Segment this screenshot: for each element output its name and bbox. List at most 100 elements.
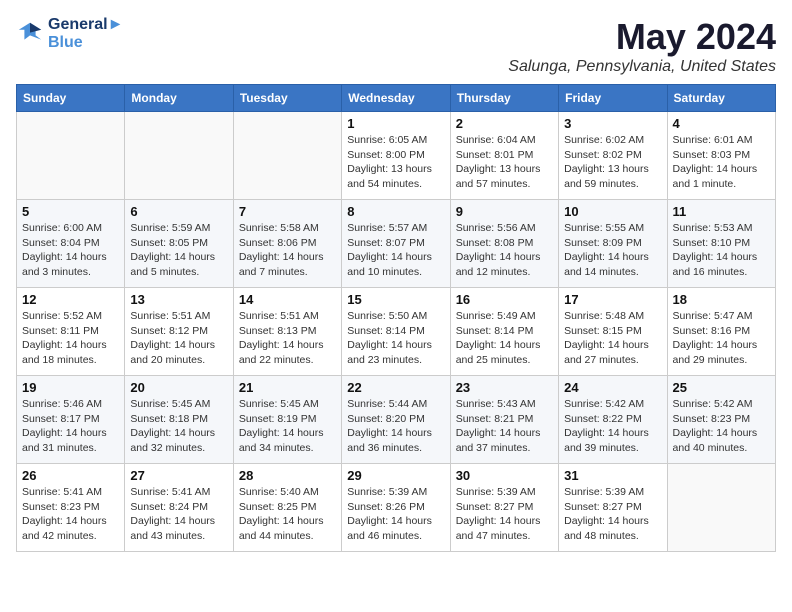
- calendar-cell: 18 Sunrise: 5:47 AMSunset: 8:16 PMDayligh…: [667, 288, 775, 376]
- day-info: Sunrise: 5:51 AMSunset: 8:13 PMDaylight:…: [239, 309, 336, 368]
- day-number: 1: [347, 116, 444, 131]
- calendar-cell: [125, 112, 233, 200]
- month-title: May 2024: [508, 16, 776, 58]
- calendar-week-row: 19 Sunrise: 5:46 AMSunset: 8:17 PMDayligh…: [17, 376, 776, 464]
- day-info: Sunrise: 5:52 AMSunset: 8:11 PMDaylight:…: [22, 309, 119, 368]
- calendar-cell: 14 Sunrise: 5:51 AMSunset: 8:13 PMDayligh…: [233, 288, 341, 376]
- day-number: 19: [22, 380, 119, 395]
- calendar-cell: 7 Sunrise: 5:58 AMSunset: 8:06 PMDaylight…: [233, 200, 341, 288]
- day-number: 7: [239, 204, 336, 219]
- day-number: 26: [22, 468, 119, 483]
- day-number: 24: [564, 380, 661, 395]
- day-number: 18: [673, 292, 770, 307]
- day-info: Sunrise: 5:47 AMSunset: 8:16 PMDaylight:…: [673, 309, 770, 368]
- day-number: 31: [564, 468, 661, 483]
- weekday-header-sunday: Sunday: [17, 85, 125, 112]
- weekday-header-friday: Friday: [559, 85, 667, 112]
- calendar-cell: 10 Sunrise: 5:55 AMSunset: 8:09 PMDayligh…: [559, 200, 667, 288]
- day-number: 11: [673, 204, 770, 219]
- day-info: Sunrise: 5:59 AMSunset: 8:05 PMDaylight:…: [130, 221, 227, 280]
- weekday-header-tuesday: Tuesday: [233, 85, 341, 112]
- day-info: Sunrise: 5:45 AMSunset: 8:19 PMDaylight:…: [239, 397, 336, 456]
- location: Salunga, Pennsylvania, United States: [508, 58, 776, 76]
- day-number: 27: [130, 468, 227, 483]
- calendar-cell: 15 Sunrise: 5:50 AMSunset: 8:14 PMDayligh…: [342, 288, 450, 376]
- day-info: Sunrise: 5:40 AMSunset: 8:25 PMDaylight:…: [239, 485, 336, 544]
- weekday-header-thursday: Thursday: [450, 85, 558, 112]
- day-number: 17: [564, 292, 661, 307]
- day-number: 15: [347, 292, 444, 307]
- weekday-header-saturday: Saturday: [667, 85, 775, 112]
- calendar-week-row: 12 Sunrise: 5:52 AMSunset: 8:11 PMDayligh…: [17, 288, 776, 376]
- day-number: 21: [239, 380, 336, 395]
- calendar-cell: 23 Sunrise: 5:43 AMSunset: 8:21 PMDayligh…: [450, 376, 558, 464]
- day-info: Sunrise: 6:02 AMSunset: 8:02 PMDaylight:…: [564, 133, 661, 192]
- day-info: Sunrise: 5:42 AMSunset: 8:23 PMDaylight:…: [673, 397, 770, 456]
- day-info: Sunrise: 5:39 AMSunset: 8:27 PMDaylight:…: [456, 485, 553, 544]
- calendar-cell: 31 Sunrise: 5:39 AMSunset: 8:27 PMDayligh…: [559, 464, 667, 552]
- day-number: 22: [347, 380, 444, 395]
- calendar-cell: [233, 112, 341, 200]
- weekday-header-monday: Monday: [125, 85, 233, 112]
- day-number: 20: [130, 380, 227, 395]
- day-info: Sunrise: 5:46 AMSunset: 8:17 PMDaylight:…: [22, 397, 119, 456]
- day-info: Sunrise: 5:55 AMSunset: 8:09 PMDaylight:…: [564, 221, 661, 280]
- calendar-cell: 28 Sunrise: 5:40 AMSunset: 8:25 PMDayligh…: [233, 464, 341, 552]
- calendar-cell: 11 Sunrise: 5:53 AMSunset: 8:10 PMDayligh…: [667, 200, 775, 288]
- day-number: 14: [239, 292, 336, 307]
- day-info: Sunrise: 5:41 AMSunset: 8:24 PMDaylight:…: [130, 485, 227, 544]
- calendar-cell: 26 Sunrise: 5:41 AMSunset: 8:23 PMDayligh…: [17, 464, 125, 552]
- day-number: 4: [673, 116, 770, 131]
- calendar-week-row: 1 Sunrise: 6:05 AMSunset: 8:00 PMDaylight…: [17, 112, 776, 200]
- calendar-cell: 2Sunrise: 6:04 AMSunset: 8:01 PMDaylight…: [450, 112, 558, 200]
- day-info: Sunrise: 5:39 AMSunset: 8:27 PMDaylight:…: [564, 485, 661, 544]
- page-header: General► Blue May 2024 Salunga, Pennsylv…: [16, 16, 776, 76]
- day-info: Sunrise: 5:58 AMSunset: 8:06 PMDaylight:…: [239, 221, 336, 280]
- calendar-cell: 25 Sunrise: 5:42 AMSunset: 8:23 PMDayligh…: [667, 376, 775, 464]
- calendar-cell: 8Sunrise: 5:57 AMSunset: 8:07 PMDaylight…: [342, 200, 450, 288]
- calendar-cell: 30 Sunrise: 5:39 AMSunset: 8:27 PMDayligh…: [450, 464, 558, 552]
- title-block: May 2024 Salunga, Pennsylvania, United S…: [508, 16, 776, 76]
- day-number: 10: [564, 204, 661, 219]
- day-number: 23: [456, 380, 553, 395]
- calendar-header-row: SundayMondayTuesdayWednesdayThursdayFrid…: [17, 85, 776, 112]
- day-info: Sunrise: 5:41 AMSunset: 8:23 PMDaylight:…: [22, 485, 119, 544]
- day-number: 6: [130, 204, 227, 219]
- calendar-cell: 6 Sunrise: 5:59 AMSunset: 8:05 PMDaylight…: [125, 200, 233, 288]
- calendar-cell: 3Sunrise: 6:02 AMSunset: 8:02 PMDaylight…: [559, 112, 667, 200]
- day-info: Sunrise: 5:51 AMSunset: 8:12 PMDaylight:…: [130, 309, 227, 368]
- calendar-cell: 16Sunrise: 5:49 AMSunset: 8:14 PMDayligh…: [450, 288, 558, 376]
- day-info: Sunrise: 5:56 AMSunset: 8:08 PMDaylight:…: [456, 221, 553, 280]
- weekday-header-wednesday: Wednesday: [342, 85, 450, 112]
- calendar-week-row: 26 Sunrise: 5:41 AMSunset: 8:23 PMDayligh…: [17, 464, 776, 552]
- calendar-cell: 17Sunrise: 5:48 AMSunset: 8:15 PMDayligh…: [559, 288, 667, 376]
- day-info: Sunrise: 5:50 AMSunset: 8:14 PMDaylight:…: [347, 309, 444, 368]
- calendar-cell: 5Sunrise: 6:00 AMSunset: 8:04 PMDaylight…: [17, 200, 125, 288]
- day-info: Sunrise: 5:53 AMSunset: 8:10 PMDaylight:…: [673, 221, 770, 280]
- day-number: 12: [22, 292, 119, 307]
- calendar-cell: 24Sunrise: 5:42 AMSunset: 8:22 PMDayligh…: [559, 376, 667, 464]
- logo-text: General► Blue: [48, 16, 123, 52]
- day-info: Sunrise: 6:05 AMSunset: 8:00 PMDaylight:…: [347, 133, 444, 192]
- day-number: 30: [456, 468, 553, 483]
- day-info: Sunrise: 5:43 AMSunset: 8:21 PMDaylight:…: [456, 397, 553, 456]
- day-number: 9: [456, 204, 553, 219]
- day-info: Sunrise: 5:57 AMSunset: 8:07 PMDaylight:…: [347, 221, 444, 280]
- day-number: 28: [239, 468, 336, 483]
- day-info: Sunrise: 5:39 AMSunset: 8:26 PMDaylight:…: [347, 485, 444, 544]
- calendar-cell: [17, 112, 125, 200]
- day-number: 25: [673, 380, 770, 395]
- day-info: Sunrise: 5:44 AMSunset: 8:20 PMDaylight:…: [347, 397, 444, 456]
- calendar-cell: 20 Sunrise: 5:45 AMSunset: 8:18 PMDayligh…: [125, 376, 233, 464]
- calendar-cell: 22 Sunrise: 5:44 AMSunset: 8:20 PMDayligh…: [342, 376, 450, 464]
- day-info: Sunrise: 5:49 AMSunset: 8:14 PMDaylight:…: [456, 309, 553, 368]
- calendar-table: SundayMondayTuesdayWednesdayThursdayFrid…: [16, 84, 776, 552]
- day-info: Sunrise: 6:01 AMSunset: 8:03 PMDaylight:…: [673, 133, 770, 192]
- calendar-week-row: 5Sunrise: 6:00 AMSunset: 8:04 PMDaylight…: [17, 200, 776, 288]
- logo-bird-icon: [16, 20, 44, 48]
- calendar-cell: 12 Sunrise: 5:52 AMSunset: 8:11 PMDayligh…: [17, 288, 125, 376]
- calendar-cell: 4 Sunrise: 6:01 AMSunset: 8:03 PMDaylight…: [667, 112, 775, 200]
- calendar-cell: 29Sunrise: 5:39 AMSunset: 8:26 PMDayligh…: [342, 464, 450, 552]
- calendar-cell: 1 Sunrise: 6:05 AMSunset: 8:00 PMDaylight…: [342, 112, 450, 200]
- day-info: Sunrise: 5:45 AMSunset: 8:18 PMDaylight:…: [130, 397, 227, 456]
